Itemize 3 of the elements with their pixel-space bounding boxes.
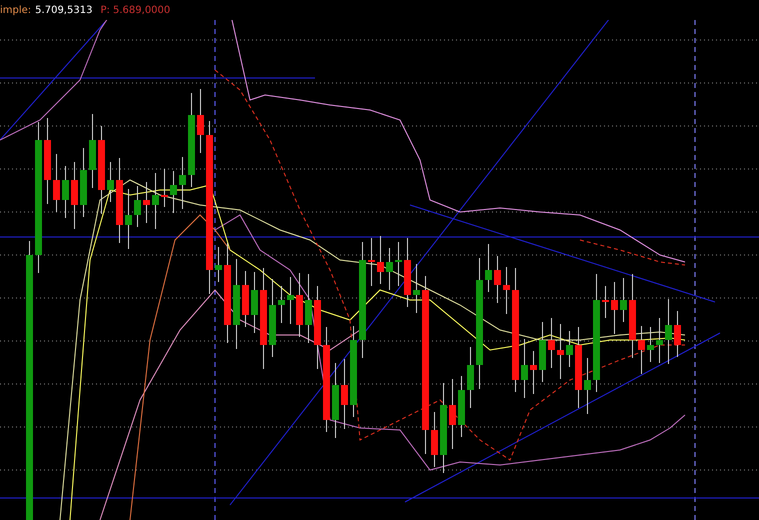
price-value: P: 5.689,0000 [100,4,170,16]
indicator-value: 5.709,5313 [35,4,92,16]
indicator-label: imple: [0,4,32,16]
